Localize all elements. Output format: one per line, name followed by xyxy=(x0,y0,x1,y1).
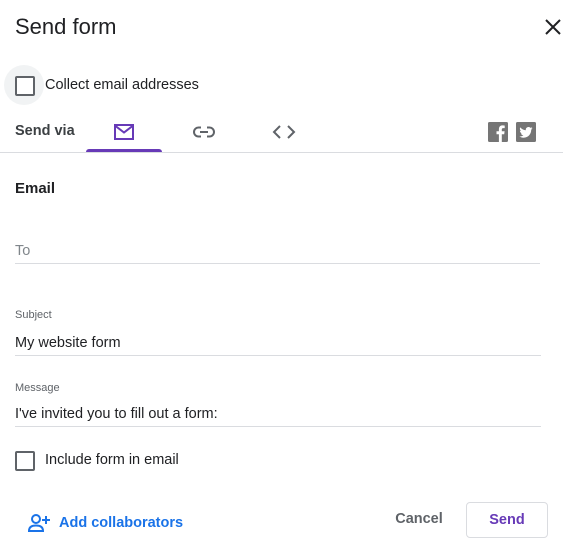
include-form-label[interactable]: Include form in email xyxy=(45,452,179,468)
tab-embed[interactable] xyxy=(246,112,322,152)
include-form-checkbox[interactable] xyxy=(15,451,35,471)
add-collaborators-label: Add collaborators xyxy=(59,515,184,531)
close-button[interactable] xyxy=(539,13,563,41)
send-button[interactable]: Send xyxy=(466,502,548,538)
link-icon xyxy=(193,126,215,138)
tab-link[interactable] xyxy=(166,112,242,152)
tabs-divider xyxy=(0,152,563,153)
subject-field[interactable] xyxy=(15,331,541,356)
twitter-icon xyxy=(516,122,536,142)
subject-label: Subject xyxy=(15,309,52,321)
send-via-label: Send via xyxy=(15,123,75,139)
person-add-icon xyxy=(27,514,50,532)
collect-email-label[interactable]: Collect email addresses xyxy=(45,77,199,93)
facebook-share-button[interactable] xyxy=(488,122,508,142)
facebook-icon xyxy=(488,122,508,142)
collect-email-checkbox[interactable] xyxy=(15,76,35,96)
tab-email[interactable] xyxy=(86,112,162,152)
mail-icon xyxy=(114,124,134,140)
twitter-share-button[interactable] xyxy=(516,122,536,142)
to-field[interactable] xyxy=(15,239,540,264)
embed-code-icon xyxy=(272,125,296,139)
message-label: Message xyxy=(15,382,60,394)
dialog-title: Send form xyxy=(15,14,117,39)
message-field[interactable] xyxy=(15,402,541,427)
close-icon[interactable] xyxy=(539,13,563,41)
add-collaborators-button[interactable]: Add collaborators xyxy=(27,511,183,535)
email-section-heading: Email xyxy=(15,180,56,197)
cancel-button[interactable]: Cancel xyxy=(380,502,458,536)
